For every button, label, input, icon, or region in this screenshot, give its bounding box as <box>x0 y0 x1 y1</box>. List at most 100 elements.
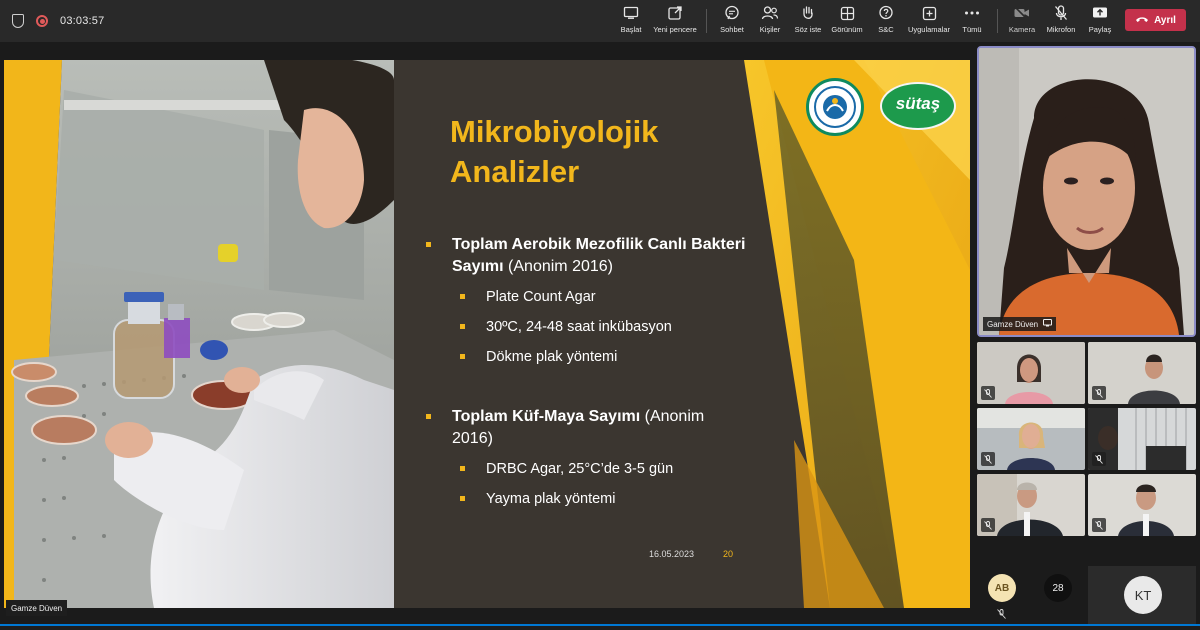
participant-tile[interactable] <box>977 342 1085 404</box>
participant-tile[interactable] <box>1088 408 1196 470</box>
tool-new-window[interactable]: Yeni pencere <box>652 4 698 38</box>
participant-video <box>979 48 1194 335</box>
participant-tile[interactable] <box>1088 342 1196 404</box>
share-icon <box>1092 4 1108 22</box>
participants-gallery: Gamze Düven AB 28 KT <box>974 42 1200 624</box>
bullet-square-icon <box>460 354 465 359</box>
shared-content-stage: sütaş Mikrobiyolojik Analizler Toplam Ae… <box>0 42 974 624</box>
tool-mic[interactable]: Mikrofon <box>1045 4 1077 38</box>
tool-chat-label: Sohbet <box>720 25 744 34</box>
more-icon <box>964 4 980 22</box>
mic-off-icon <box>997 606 1006 624</box>
bullet-square-icon <box>460 294 465 299</box>
tool-raise-hand[interactable]: Söz iste <box>793 4 823 38</box>
tool-share-label: Paylaş <box>1088 25 1112 34</box>
bullet-square-icon <box>426 414 431 419</box>
toolbar-divider <box>997 9 998 33</box>
more-participants-count[interactable]: 28 <box>1044 574 1072 602</box>
overflow-participants-row: AB 28 KT <box>974 566 1200 624</box>
record-icon <box>36 15 48 27</box>
tool-more[interactable]: Tümü <box>960 4 984 38</box>
university-logo <box>806 78 864 136</box>
slide-title: Mikrobiyolojik Analizler <box>450 112 750 192</box>
participant-tile[interactable] <box>1088 474 1196 536</box>
tool-mic-label: Mikrofon <box>1046 25 1076 34</box>
meeting-toolbar: 03:03:57 Başlat Yeni pencere Sohbet Kişi… <box>0 0 1200 42</box>
tool-qa[interactable]: S&C <box>874 4 898 38</box>
spotlight-name: Gamze Düven <box>987 319 1039 329</box>
tool-camera-label: Kamera <box>1008 25 1036 34</box>
sutas-logo: sütaş <box>880 82 956 130</box>
tool-start-label: Başlat <box>620 25 642 34</box>
bullet-mold-bold: Toplam Küf-Maya Sayımı <box>452 408 641 425</box>
slide-subbullet: Yayma plak yöntemi <box>460 489 615 509</box>
slide-title-line-1: Mikrobiyolojik <box>450 114 659 149</box>
subbullet-text: Dökme plak yöntemi <box>486 349 618 365</box>
tool-share[interactable]: Paylaş <box>1087 4 1113 38</box>
subbullet-text: Plate Count Agar <box>486 289 596 305</box>
toolbar-left: 03:03:57 <box>12 0 104 42</box>
subbullet-text: DRBC Agar, 25°C’de 3-5 gün <box>486 461 674 477</box>
toolbar-divider <box>706 9 707 33</box>
tool-more-label: Tümü <box>962 25 982 34</box>
meeting-timer: 03:03:57 <box>60 15 105 27</box>
tool-people-label: Kişiler <box>759 25 781 34</box>
chat-icon <box>724 4 740 22</box>
mic-off-icon <box>981 452 995 466</box>
hangup-icon <box>1135 15 1149 26</box>
bullet-square-icon <box>426 242 431 247</box>
bullet-square-icon <box>460 496 465 501</box>
sutas-logo-text: sütaş <box>895 94 941 113</box>
presenter-name-tag: Gamze Düven <box>6 600 68 616</box>
tool-start[interactable]: Başlat <box>616 4 646 38</box>
spotlight-name-tag: Gamze Düven <box>983 317 1057 331</box>
bullet-aerobic-rest: (Anonim 2016) <box>503 258 613 275</box>
slide-bullet-mold-yeast: Toplam Küf-Maya Sayımı (Anonim 2016) <box>426 406 746 450</box>
tool-view-label: Görünüm <box>831 25 863 34</box>
bullet-square-icon <box>460 324 465 329</box>
participant-tile[interactable] <box>977 408 1085 470</box>
mic-off-icon <box>1054 4 1068 22</box>
slide-page-number: 20 <box>723 549 734 559</box>
slide-bullet-aerobic: Toplam Aerobik Mezofilik Canlı Bakteri S… <box>426 234 746 278</box>
leave-button-label: Ayrıl <box>1154 14 1176 26</box>
mic-off-icon <box>981 518 995 532</box>
screen-icon <box>623 4 639 22</box>
mic-off-icon <box>1092 386 1106 400</box>
leave-button[interactable]: Ayrıl <box>1125 9 1186 31</box>
bottom-status-strip <box>0 624 1200 630</box>
participant-tile[interactable]: KT <box>1088 566 1196 624</box>
teams-meeting-window: 03:03:57 Başlat Yeni pencere Sohbet Kişi… <box>0 0 1200 630</box>
camera-off-icon <box>1013 4 1031 22</box>
slide-subbullet: DRBC Agar, 25°C’de 3-5 gün <box>460 459 673 479</box>
mic-off-icon <box>981 386 995 400</box>
participant-avatar: KT <box>1124 576 1162 614</box>
people-icon <box>761 4 779 22</box>
slide-subbullet: Plate Count Agar <box>460 287 596 307</box>
lab-photo <box>4 60 394 608</box>
tool-chat[interactable]: Sohbet <box>717 4 747 38</box>
bullet-square-icon <box>460 466 465 471</box>
tool-camera[interactable]: Kamera <box>1008 4 1036 38</box>
grid-icon <box>840 4 855 22</box>
subbullet-text: 30ºC, 24-48 saat inkübasyon <box>486 319 672 335</box>
subbullet-text: Yayma plak yöntemi <box>486 491 616 507</box>
tool-apps[interactable]: Uygulamalar <box>906 4 952 38</box>
presentation-slide: sütaş Mikrobiyolojik Analizler Toplam Ae… <box>4 60 970 608</box>
shield-icon[interactable] <box>12 14 24 28</box>
tool-people[interactable]: Kişiler <box>756 4 784 38</box>
slide-subbullet: Dökme plak yöntemi <box>460 347 617 367</box>
participant-tile[interactable] <box>977 474 1085 536</box>
slide-subbullet: 30ºC, 24-48 saat inkübasyon <box>460 317 672 337</box>
spotlight-video-tile[interactable]: Gamze Düven <box>977 46 1196 337</box>
slide-title-line-2: Analizler <box>450 154 580 189</box>
mic-off-icon <box>1092 518 1106 532</box>
tool-view[interactable]: Görünüm <box>829 4 865 38</box>
slide-date: 16.05.2023 <box>649 549 695 559</box>
plus-icon <box>922 4 937 22</box>
tool-new-window-label: Yeni pencere <box>653 25 697 34</box>
mic-off-icon <box>1092 452 1106 466</box>
tool-raise-hand-label: Söz iste <box>794 25 822 34</box>
participant-avatar[interactable]: AB <box>988 574 1016 602</box>
hand-icon <box>801 4 815 22</box>
